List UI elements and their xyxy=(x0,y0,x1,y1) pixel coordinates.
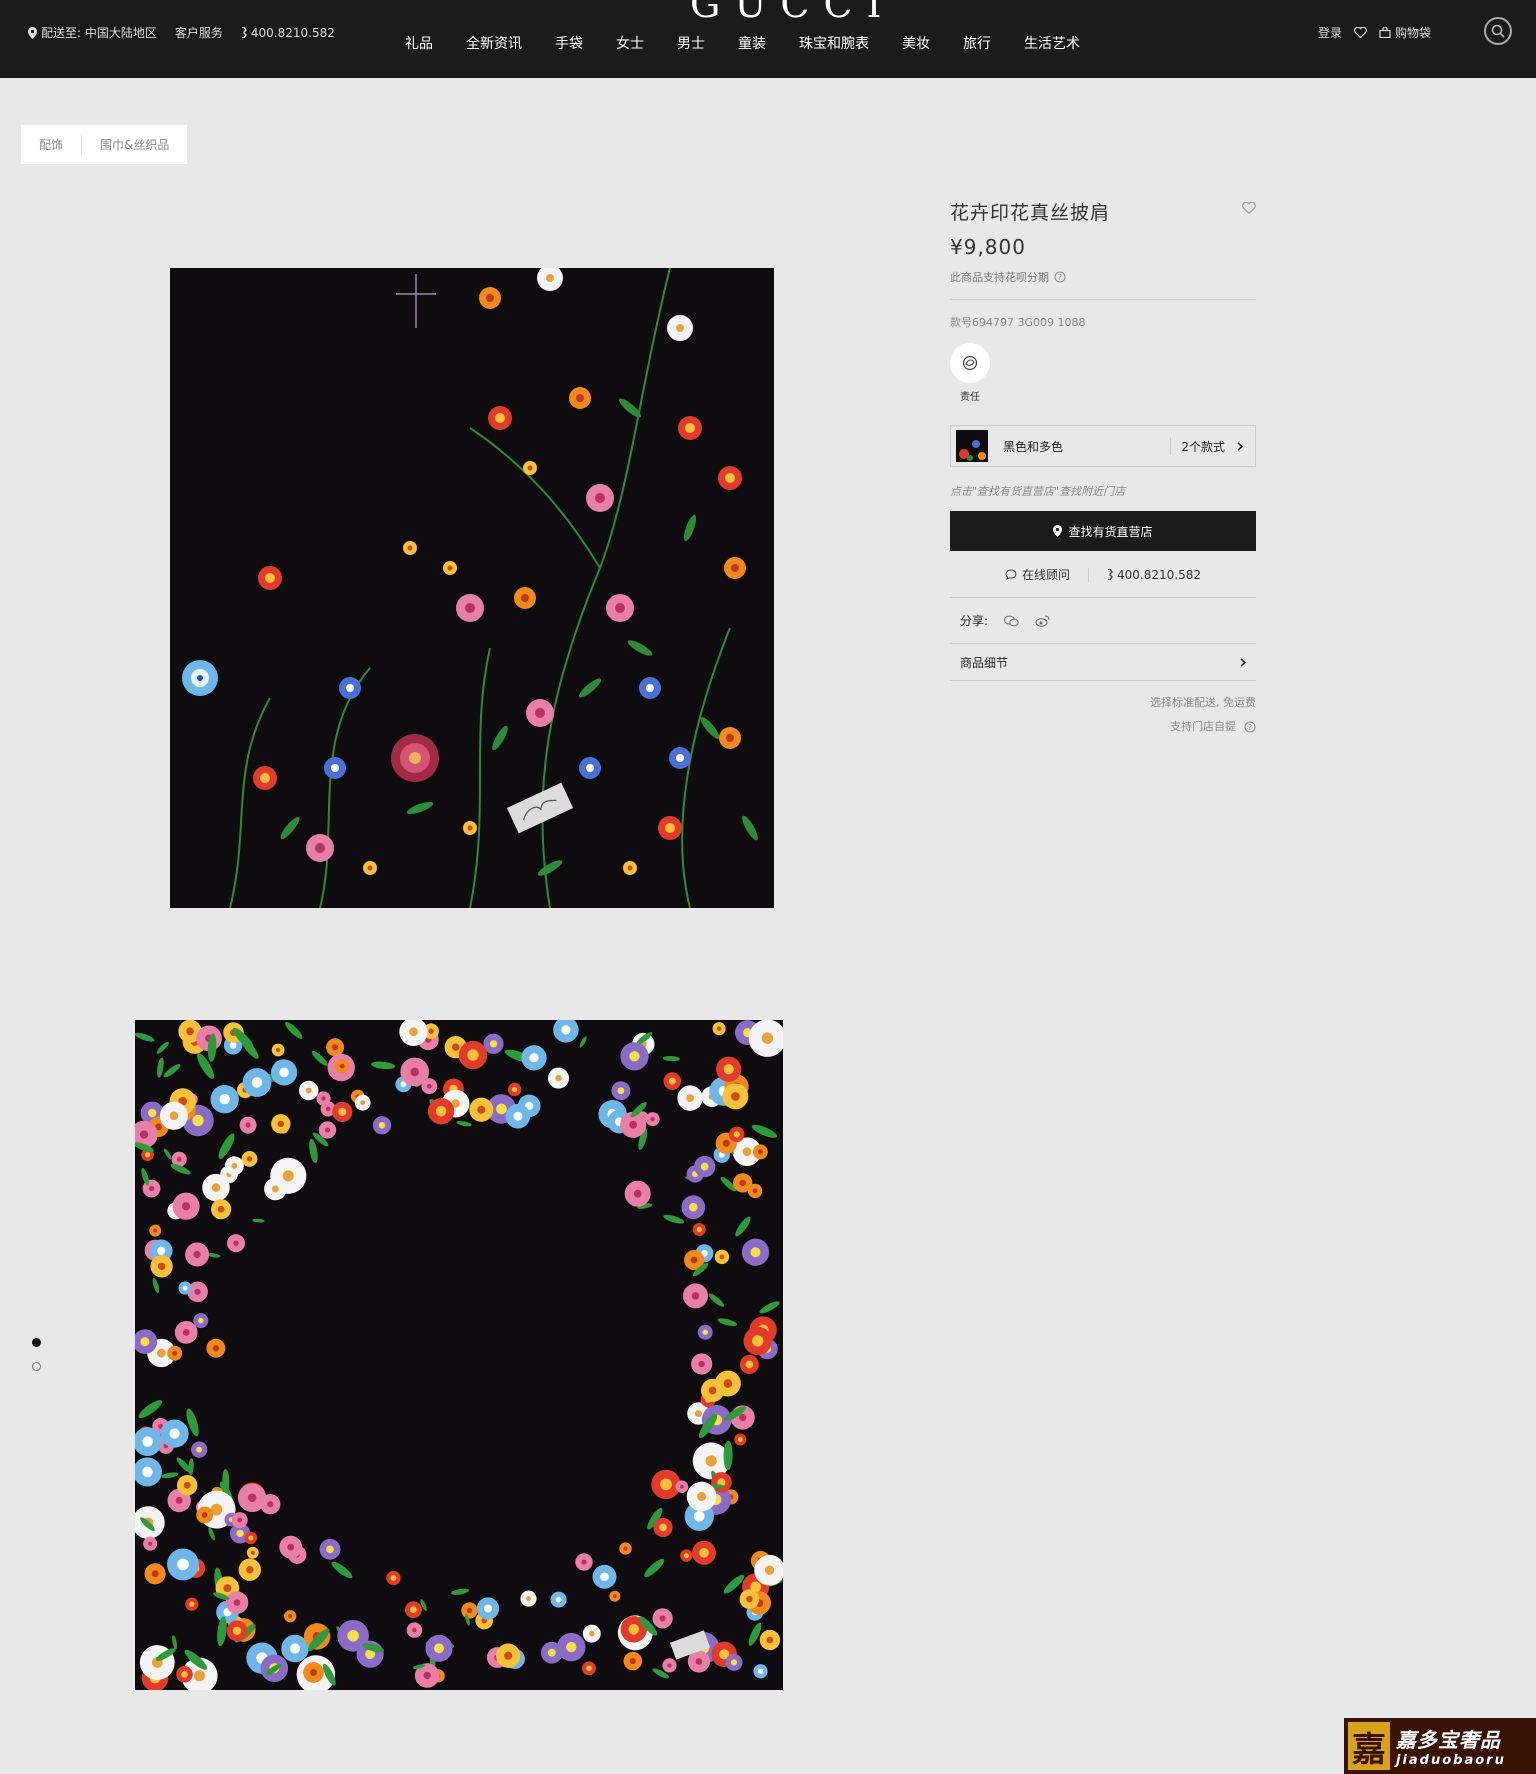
utility-links: 配送至: 中国大陆地区 客户服务 400.8210.582 xyxy=(28,24,335,41)
chevron-right-icon xyxy=(1237,441,1243,451)
nav-item-lifestyle[interactable]: 生活艺术 xyxy=(1024,33,1080,53)
product-details-toggle[interactable]: 商品细节 xyxy=(950,644,1256,680)
watermark-icon: 嘉 xyxy=(1348,1722,1390,1770)
watermark-logo: 嘉 嘉多宝奢品 jiaduobaoru xyxy=(1344,1718,1536,1774)
style-number: 款号694797 3G009 1088 xyxy=(950,316,1086,329)
responsibility-leaf-icon xyxy=(962,355,978,371)
nav-item-children[interactable]: 童装 xyxy=(738,33,766,53)
nav-item-handbags[interactable]: 手袋 xyxy=(555,33,583,53)
location-pin-icon xyxy=(1053,525,1063,537)
shopping-bag-icon xyxy=(1379,27,1391,38)
phone-link[interactable]: 400.8210.582 xyxy=(241,26,335,40)
watermark-text: 嘉多宝奢品 jiaduobaoru xyxy=(1396,1724,1506,1768)
shipping-text: 选择标准配送, 免运费 xyxy=(1150,696,1256,709)
divider xyxy=(950,680,1256,681)
breadcrumb: 配饰 围巾&丝织品 xyxy=(21,125,188,164)
variant-count: 2个款式 xyxy=(1170,437,1243,455)
contact-divider xyxy=(1088,567,1090,582)
pickup-row: 支持门店自提 ? xyxy=(950,715,1256,739)
contact-phone-link[interactable]: 400.8210.582 xyxy=(1107,568,1201,582)
ship-to-link[interactable]: 配送至: 中国大陆地区 xyxy=(28,24,157,41)
share-row: 分享: xyxy=(950,612,1256,629)
product-details-label: 商品细节 xyxy=(960,655,1009,670)
online-consult-text: 在线顾问 xyxy=(1022,568,1071,582)
phone-text: 400.8210.582 xyxy=(250,25,335,40)
top-bar: 配送至: 中国大陆地区 客户服务 400.8210.582 GUCCI 礼品 全… xyxy=(0,0,1536,78)
watermark-cn: 嘉多宝奢品 xyxy=(1396,1728,1501,1752)
nav-item-women[interactable]: 女士 xyxy=(616,33,644,53)
contact-phone-text: 400.8210.582 xyxy=(1117,567,1201,582)
help-icon[interactable]: ? xyxy=(1244,721,1256,733)
nav-item-travel[interactable]: 旅行 xyxy=(963,33,991,53)
gucci-logo[interactable]: GUCCI xyxy=(690,0,896,26)
variant-color-name: 黑色和多色 xyxy=(1003,439,1064,454)
chat-bubble-icon xyxy=(1005,569,1017,580)
nav-item-jewelry-watches[interactable]: 珠宝和腕表 xyxy=(799,33,869,53)
divider xyxy=(950,299,1256,300)
search-icon xyxy=(1491,24,1505,38)
chevron-right-icon xyxy=(1240,657,1246,667)
ship-to-text: 配送至: 中国大陆地区 xyxy=(41,26,157,40)
pickup-text: 支持门店自提 xyxy=(1170,720,1236,733)
phone-icon xyxy=(1108,569,1113,580)
breadcrumb-accessories[interactable]: 配饰 xyxy=(21,136,81,153)
location-pin-icon xyxy=(28,26,37,39)
search-button[interactable] xyxy=(1484,17,1512,45)
nav-item-men[interactable]: 男士 xyxy=(677,33,705,53)
find-store-button[interactable]: 查找有货直营店 xyxy=(950,511,1256,551)
product-title: 花卉印花真丝披肩 xyxy=(950,202,1111,224)
gallery-pagination xyxy=(32,1338,41,1386)
nav-item-gifts[interactable]: 礼品 xyxy=(405,33,433,53)
product-image-scarf-corner[interactable] xyxy=(170,268,774,908)
shopping-bag-label: 购物袋 xyxy=(1395,26,1432,40)
responsibility-badge[interactable]: 责任 xyxy=(950,343,990,403)
customer-service-link[interactable]: 客户服务 xyxy=(175,24,223,41)
heart-icon[interactable] xyxy=(1354,27,1367,38)
weibo-icon[interactable] xyxy=(1035,615,1050,627)
shipping-info: 选择标准配送, 免运费 支持门店自提 ? xyxy=(950,691,1256,739)
online-consult-link[interactable]: 在线顾问 xyxy=(1005,566,1070,583)
help-icon[interactable]: ? xyxy=(1054,271,1066,283)
nav-item-beauty[interactable]: 美妆 xyxy=(902,33,930,53)
find-store-label: 查找有货直营店 xyxy=(1068,524,1153,539)
responsibility-circle xyxy=(950,343,990,383)
wechat-icon[interactable] xyxy=(1004,615,1019,627)
share-label: 分享: xyxy=(960,614,989,628)
variant-selector[interactable]: 黑色和多色 2个款式 xyxy=(950,425,1256,467)
variant-thumbnail-image xyxy=(956,430,988,462)
product-price: ¥9,800 xyxy=(950,235,1026,259)
variant-thumbnail xyxy=(956,430,988,462)
nav-item-whats-new[interactable]: 全新资讯 xyxy=(466,33,522,53)
watermark-en: jiaduobaoru xyxy=(1396,1753,1506,1768)
divider xyxy=(950,597,1256,598)
phone-icon xyxy=(241,27,247,38)
variant-count-text: 2个款式 xyxy=(1181,439,1225,454)
main-nav: 礼品 全新资讯 手袋 女士 男士 童装 珠宝和腕表 美妆 旅行 生活艺术 xyxy=(405,33,1113,53)
installment-note: 此商品支持花呗分期 ? xyxy=(950,269,1256,285)
login-link[interactable]: 登录 xyxy=(1318,24,1342,41)
svg-text:?: ? xyxy=(1248,723,1252,732)
shopping-bag-link[interactable]: 购物袋 xyxy=(1379,24,1431,41)
store-hint: 点击"查找有货直营店"查找附近门店 xyxy=(950,485,1126,498)
breadcrumb-scarves[interactable]: 围巾&丝织品 xyxy=(82,136,187,153)
product-image-scarf-full[interactable] xyxy=(135,1020,783,1690)
product-info-panel: 花卉印花真丝披肩 ¥9,800 此商品支持花呗分期 ? 款号694797 3G0… xyxy=(950,198,1256,739)
contact-row: 在线顾问 400.8210.582 xyxy=(950,566,1256,583)
gallery-dot-1[interactable] xyxy=(32,1338,41,1347)
responsibility-label: 责任 xyxy=(960,392,980,403)
account-links: 登录 购物袋 xyxy=(1318,24,1431,41)
svg-text:?: ? xyxy=(1058,273,1062,282)
wishlist-heart-icon[interactable] xyxy=(1242,202,1256,214)
gallery-dot-2[interactable] xyxy=(32,1362,41,1371)
installment-text: 此商品支持花呗分期 xyxy=(950,271,1049,284)
